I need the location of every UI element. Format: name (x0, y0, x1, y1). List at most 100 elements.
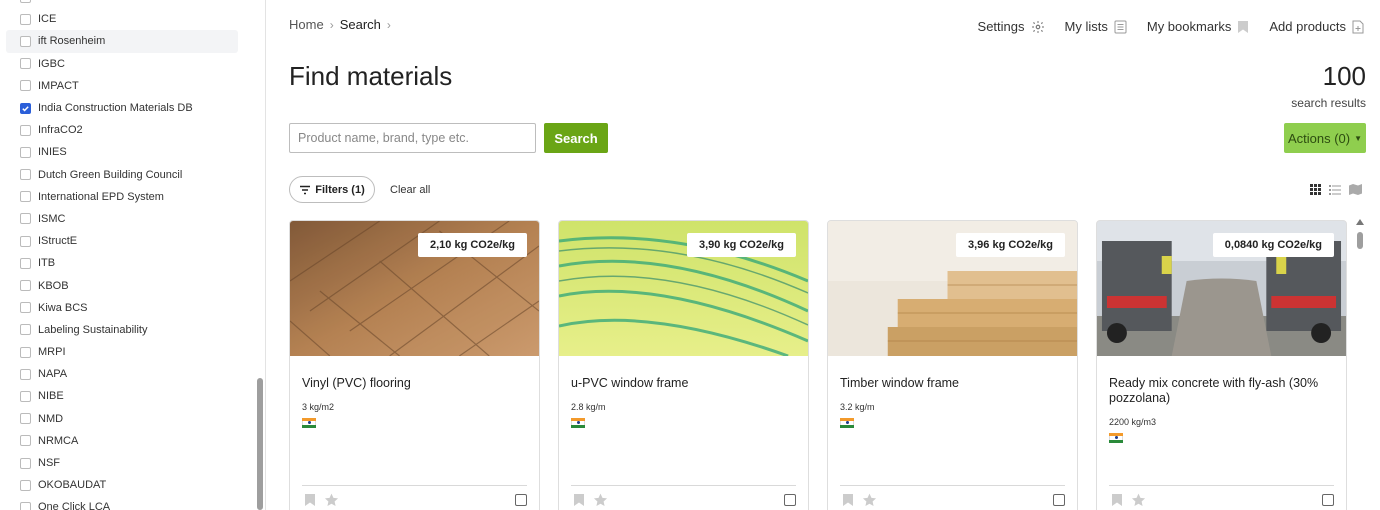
my-lists-link[interactable]: My lists (1065, 19, 1127, 34)
caret-down-icon: ▼ (1354, 133, 1363, 143)
check-icon (22, 105, 29, 112)
grid-view-icon[interactable] (1310, 184, 1321, 195)
star-icon[interactable] (324, 493, 339, 507)
filter-item[interactable]: NAPA (6, 363, 238, 385)
filter-item[interactable]: OKOBAUDAT (6, 474, 238, 496)
product-card[interactable]: 3,96 kg CO2e/kg Timber window frame 3.2 kg… (827, 220, 1078, 510)
star-icon[interactable] (1131, 493, 1146, 507)
product-title[interactable]: Vinyl (PVC) flooring (302, 376, 527, 391)
filter-item[interactable]: Labeling Sustainability (6, 319, 238, 341)
search-button[interactable]: Search (544, 123, 608, 153)
filter-item[interactable]: India Construction Materials DB (6, 97, 238, 119)
filter-item-label: ISMC (38, 212, 66, 225)
star-icon[interactable] (862, 493, 877, 507)
select-checkbox[interactable] (1322, 494, 1334, 506)
filter-item[interactable]: KBOB (6, 274, 238, 296)
bookmark-icon[interactable] (304, 493, 316, 507)
filter-checkbox[interactable] (20, 501, 31, 510)
filter-checkbox[interactable] (20, 235, 31, 247)
list-view-icon[interactable] (1329, 184, 1341, 195)
settings-label: Settings (977, 19, 1025, 34)
card-divider (840, 485, 1065, 486)
filter-item[interactable]: IMPACT (6, 75, 238, 97)
filter-item[interactable]: ISMC (6, 208, 238, 230)
filter-checkbox[interactable] (20, 368, 31, 380)
settings-link[interactable]: Settings (978, 19, 1045, 34)
filter-item[interactable]: Kiwa BCS (6, 297, 238, 319)
bookmark-icon[interactable] (573, 493, 585, 507)
filter-item[interactable]: NSF (6, 452, 238, 474)
add-products-link[interactable]: Add products (1269, 19, 1364, 34)
filter-item[interactable]: NRMCA (6, 430, 238, 452)
filter-checkbox[interactable] (20, 80, 31, 92)
product-density: 2200 kg/m3 (1109, 417, 1157, 427)
filter-checkbox[interactable] (20, 479, 31, 491)
actions-dropdown-button[interactable]: Actions (0) ▼ (1284, 123, 1366, 153)
select-checkbox[interactable] (784, 494, 796, 506)
filter-checkbox[interactable] (20, 146, 31, 158)
filter-checkbox[interactable] (20, 390, 31, 402)
product-card[interactable]: 2,10 kg CO2e/kg Vinyl (PVC) flooring 3 kg/… (289, 220, 540, 510)
card-divider (302, 485, 527, 486)
my-bookmarks-link[interactable]: My bookmarks (1147, 19, 1250, 34)
star-icon[interactable] (593, 493, 608, 507)
filter-item[interactable]: INIES (6, 141, 238, 163)
bookmark-icon[interactable] (842, 493, 854, 507)
filter-checkbox[interactable] (20, 58, 31, 70)
filter-checkbox[interactable] (20, 413, 31, 425)
filter-checkbox[interactable] (20, 102, 31, 114)
filter-checkbox[interactable] (20, 0, 31, 3)
filter-item[interactable]: MRPI (6, 341, 238, 363)
filter-checkbox[interactable] (20, 257, 31, 269)
filter-item[interactable]: IStructE (6, 230, 238, 252)
scroll-up-arrow-icon[interactable] (1356, 219, 1364, 225)
filter-item[interactable]: ICE (6, 8, 238, 30)
search-input[interactable] (289, 123, 536, 153)
filter-checkbox[interactable] (20, 435, 31, 447)
product-title[interactable]: Timber window frame (840, 376, 1065, 391)
filter-item[interactable]: ift Rosenheim (6, 30, 238, 53)
product-card[interactable]: 3,90 kg CO2e/kg u-PVC window frame 2.8 kg/… (558, 220, 809, 510)
breadcrumb-home[interactable]: Home (289, 17, 324, 32)
gear-icon (1031, 20, 1044, 33)
product-title[interactable]: Ready mix concrete with fly-ash (30% poz… (1109, 376, 1334, 406)
map-view-icon[interactable] (1349, 184, 1362, 195)
filter-item[interactable]: One Click LCA (6, 496, 238, 510)
filter-item-label: InfraCO2 (38, 124, 83, 137)
select-checkbox[interactable] (515, 494, 527, 506)
filter-checkbox[interactable] (20, 346, 31, 358)
filter-item[interactable]: NIBE (6, 385, 238, 407)
product-title[interactable]: u-PVC window frame (571, 376, 796, 391)
filter-checkbox[interactable] (20, 213, 31, 225)
filter-checkbox[interactable] (20, 35, 31, 47)
filter-checkbox[interactable] (20, 324, 31, 336)
chevron-right-icon: › (329, 17, 334, 32)
data-source-filter-list: IBO ICE ift Rosenheim IGBC IMPACT India Const… (6, 0, 238, 510)
filter-item[interactable]: IBO (6, 0, 238, 8)
bookmark-icon (1238, 20, 1249, 33)
filters-button[interactable]: Filters (1) (289, 176, 375, 203)
filter-item[interactable]: IGBC (6, 53, 238, 75)
filters-label: Filters (1) (315, 183, 365, 196)
filter-item[interactable]: ITB (6, 252, 238, 274)
filter-checkbox[interactable] (20, 169, 31, 181)
sidebar-scrollbar[interactable] (257, 378, 263, 510)
filter-item[interactable]: NMD (6, 408, 238, 430)
filter-item-label: NAPA (38, 368, 68, 381)
india-flag-icon (1109, 433, 1123, 443)
clear-all-link[interactable]: Clear all (390, 184, 430, 196)
filter-item[interactable]: International EPD System (6, 186, 238, 208)
filter-checkbox[interactable] (20, 280, 31, 292)
filter-checkbox[interactable] (20, 13, 31, 25)
select-checkbox[interactable] (1053, 494, 1065, 506)
bookmark-icon[interactable] (1111, 493, 1123, 507)
filter-checkbox[interactable] (20, 302, 31, 314)
filter-checkbox[interactable] (20, 124, 31, 136)
filter-item[interactable]: Dutch Green Building Council (6, 164, 238, 186)
main-scrollbar[interactable] (1357, 232, 1363, 249)
filter-checkbox[interactable] (20, 457, 31, 469)
product-density: 2.8 kg/m (571, 402, 606, 412)
filter-item[interactable]: InfraCO2 (6, 119, 238, 141)
product-card[interactable]: 0,0840 kg CO2e/kg Ready mix concrete with… (1096, 220, 1347, 510)
filter-checkbox[interactable] (20, 191, 31, 203)
